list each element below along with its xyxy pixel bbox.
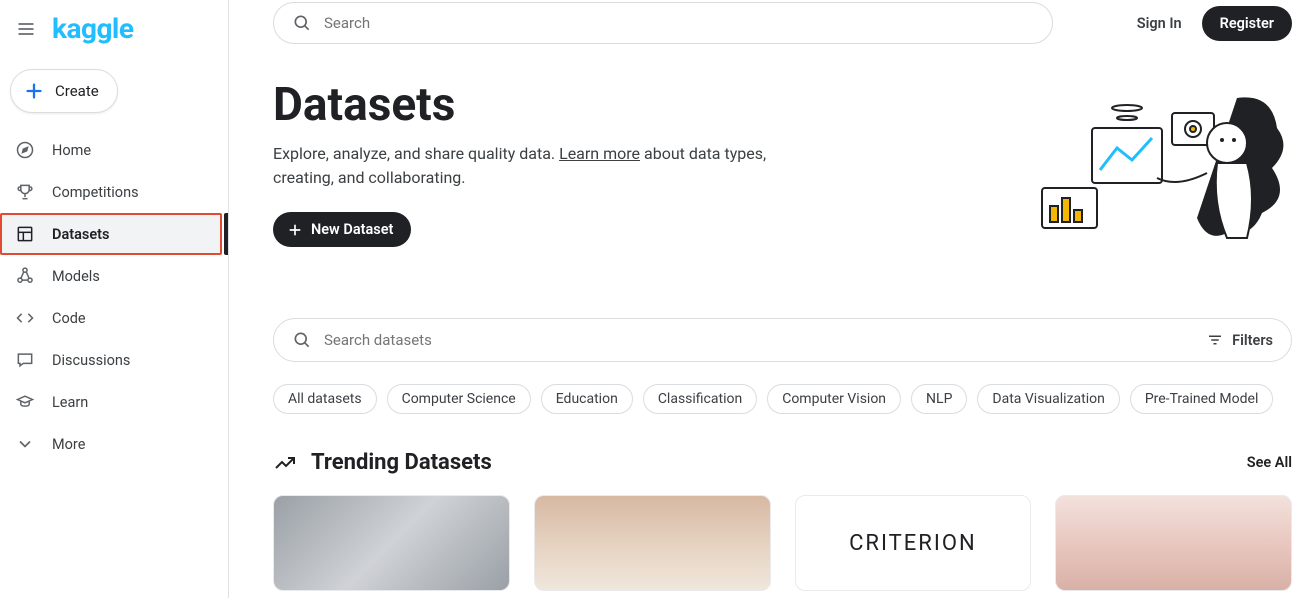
sidebar-item-competitions[interactable]: Competitions xyxy=(0,171,222,213)
sidebar-item-learn[interactable]: Learn xyxy=(0,381,222,423)
sidebar-nav: Home Competitions Datasets Models Code D… xyxy=(0,129,228,465)
criterion-label: CRITERION xyxy=(849,531,977,556)
datasets-search-input[interactable] xyxy=(324,331,1194,349)
hero-illustration xyxy=(1012,78,1292,278)
compass-icon xyxy=(14,139,36,161)
chip-education[interactable]: Education xyxy=(541,384,633,414)
search-icon xyxy=(292,13,312,33)
filter-icon xyxy=(1206,331,1224,349)
network-icon xyxy=(14,265,36,287)
search-icon xyxy=(292,330,312,350)
dataset-card-2[interactable] xyxy=(534,495,771,591)
chip-classification[interactable]: Classification xyxy=(643,384,757,414)
dataset-card-3[interactable]: CRITERION xyxy=(795,495,1032,591)
sidebar-item-more[interactable]: More xyxy=(0,423,222,465)
trending-cards: CRITERION xyxy=(273,495,1292,591)
new-dataset-label: New Dataset xyxy=(311,221,393,238)
plus-icon xyxy=(287,222,303,238)
plus-icon xyxy=(23,80,45,102)
chip-nlp[interactable]: NLP xyxy=(911,384,967,414)
sidebar-item-models[interactable]: Models xyxy=(0,255,222,297)
nav-label: Discussions xyxy=(52,352,130,369)
dataset-card-1[interactable] xyxy=(273,495,510,591)
menu-button[interactable] xyxy=(14,17,38,41)
topbar: Sign In Register xyxy=(273,0,1292,50)
trending-header: Trending Datasets See All xyxy=(273,450,1292,475)
hero-text: Datasets Explore, analyze, and share qua… xyxy=(273,78,992,278)
table-icon xyxy=(14,223,36,245)
nav-label: Competitions xyxy=(52,184,139,201)
sidebar-item-code[interactable]: Code xyxy=(0,297,222,339)
chip-computer-science[interactable]: Computer Science xyxy=(387,384,531,414)
new-dataset-button[interactable]: New Dataset xyxy=(273,212,411,247)
chevron-down-icon xyxy=(14,433,36,455)
create-label: Create xyxy=(55,82,99,100)
hero: Datasets Explore, analyze, and share qua… xyxy=(273,78,1292,278)
hero-description: Explore, analyze, and share quality data… xyxy=(273,142,793,190)
chip-all-datasets[interactable]: All datasets xyxy=(273,384,377,414)
trophy-icon xyxy=(14,181,36,203)
code-icon xyxy=(14,307,36,329)
sidebar-item-datasets[interactable]: Datasets xyxy=(0,213,222,255)
main: Sign In Register Datasets Explore, analy… xyxy=(229,0,1312,598)
sidebar-item-home[interactable]: Home xyxy=(0,129,222,171)
filters-button[interactable]: Filters xyxy=(1206,331,1273,349)
menu-icon xyxy=(16,19,36,39)
chip-data-visualization[interactable]: Data Visualization xyxy=(977,384,1119,414)
see-all-link[interactable]: See All xyxy=(1247,454,1292,471)
filters-label: Filters xyxy=(1232,332,1273,349)
global-search[interactable] xyxy=(273,2,1053,44)
register-button[interactable]: Register xyxy=(1202,6,1292,41)
sidebar: kaggle Create Home Competitions Datasets xyxy=(0,0,229,598)
trending-left: Trending Datasets xyxy=(273,450,492,475)
auth-controls: Sign In Register xyxy=(1137,6,1292,41)
nav-label: More xyxy=(52,436,85,453)
dataset-card-4[interactable] xyxy=(1055,495,1292,591)
nav-label: Home xyxy=(52,142,91,159)
trending-title: Trending Datasets xyxy=(311,450,492,475)
page-title: Datasets xyxy=(273,78,992,132)
create-button[interactable]: Create xyxy=(10,69,118,113)
chat-icon xyxy=(14,349,36,371)
learn-more-link[interactable]: Learn more xyxy=(559,144,640,163)
nav-label: Models xyxy=(52,268,100,285)
category-chips: All datasets Computer Science Education … xyxy=(273,384,1292,414)
kaggle-logo[interactable]: kaggle xyxy=(52,12,133,45)
chip-computer-vision[interactable]: Computer Vision xyxy=(767,384,901,414)
nav-label: Datasets xyxy=(52,226,109,243)
chip-pre-trained-model[interactable]: Pre-Trained Model xyxy=(1130,384,1274,414)
graduation-icon xyxy=(14,391,36,413)
global-search-input[interactable] xyxy=(324,14,1034,32)
sidebar-header: kaggle xyxy=(0,6,228,55)
trending-icon xyxy=(273,451,297,475)
sign-in-link[interactable]: Sign In xyxy=(1137,15,1182,32)
sidebar-item-discussions[interactable]: Discussions xyxy=(0,339,222,381)
datasets-search[interactable]: Filters xyxy=(273,318,1292,362)
hero-desc-pre: Explore, analyze, and share quality data… xyxy=(273,144,559,163)
nav-label: Learn xyxy=(52,394,88,411)
nav-label: Code xyxy=(52,310,86,327)
